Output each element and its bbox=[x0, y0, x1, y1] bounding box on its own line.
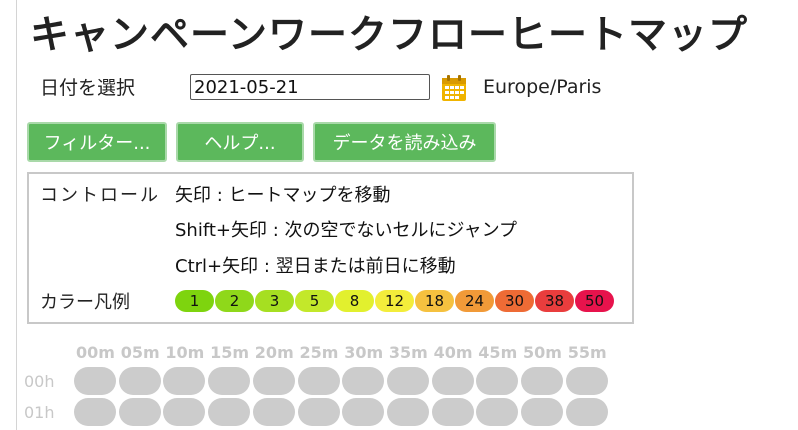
legend-chip: 12 bbox=[375, 290, 414, 312]
filter-button[interactable]: フィルター... bbox=[27, 122, 167, 162]
minute-header: 00m bbox=[76, 343, 115, 362]
minute-header: 05m bbox=[120, 343, 160, 362]
legend-chip: 50 bbox=[575, 290, 614, 312]
calendar-icon[interactable] bbox=[441, 74, 467, 102]
heatmap-cell[interactable] bbox=[208, 398, 251, 426]
heatmap-cell[interactable] bbox=[386, 367, 429, 395]
legend-chip: 18 bbox=[415, 290, 454, 312]
heatmap-cell[interactable] bbox=[252, 398, 295, 426]
heatmap-cell[interactable] bbox=[565, 398, 608, 426]
heatmap-cell[interactable] bbox=[118, 398, 161, 426]
minute-header: 30m bbox=[344, 343, 384, 362]
load-data-button[interactable]: データを読み込み bbox=[313, 122, 496, 162]
color-legend: 1 2 3 5 8 12 18 24 30 38 50 bbox=[175, 290, 615, 312]
legend-chip: 30 bbox=[495, 290, 534, 312]
heatmap-cell[interactable] bbox=[74, 367, 116, 395]
control-hint-ctrl-arrows: Ctrl+矢印 : 翌日または前日に移動 bbox=[175, 256, 456, 277]
minute-header: 50m bbox=[523, 343, 562, 362]
legend-chip: 8 bbox=[335, 290, 374, 312]
heatmap-cell[interactable] bbox=[431, 398, 474, 426]
heatmap-cell[interactable] bbox=[565, 367, 608, 395]
heatmap-cell[interactable] bbox=[342, 367, 385, 395]
heatmap-cell[interactable] bbox=[163, 367, 206, 395]
heatmap-cell[interactable] bbox=[521, 367, 563, 395]
minute-header: 25m bbox=[299, 343, 339, 362]
legend-chip: 38 bbox=[535, 290, 574, 312]
controls-label: コントロール bbox=[40, 185, 160, 206]
heatmap-cell[interactable] bbox=[342, 398, 385, 426]
minute-header: 40m bbox=[433, 343, 473, 362]
color-legend-label: カラー凡例 bbox=[40, 292, 130, 313]
help-button[interactable]: ヘルプ... bbox=[176, 122, 304, 162]
date-picker-label: 日付を選択 bbox=[40, 77, 136, 99]
heatmap-cell[interactable] bbox=[297, 367, 340, 395]
heatmap-cell[interactable] bbox=[74, 398, 116, 426]
heatmap-cell[interactable] bbox=[431, 367, 474, 395]
control-hint-shift-arrows: Shift+矢印 : 次の空でないセルにジャンプ bbox=[175, 220, 518, 241]
heatmap-cell[interactable] bbox=[476, 398, 519, 426]
legend-chip: 24 bbox=[455, 290, 494, 312]
heatmap-cell[interactable] bbox=[476, 367, 519, 395]
legend-chip: 1 bbox=[175, 290, 214, 312]
legend-chip: 5 bbox=[295, 290, 334, 312]
heatmap-cell[interactable] bbox=[118, 367, 161, 395]
minute-header: 35m bbox=[388, 343, 428, 362]
minute-header: 55m bbox=[567, 343, 607, 362]
heatmap-cell[interactable] bbox=[521, 398, 563, 426]
hour-label: 01h bbox=[24, 403, 55, 422]
heatmap-cell[interactable] bbox=[297, 398, 340, 426]
minute-header: 45m bbox=[478, 343, 518, 362]
legend-chip: 3 bbox=[255, 290, 294, 312]
timezone-label: Europe/Paris bbox=[483, 76, 602, 98]
date-input[interactable] bbox=[190, 74, 430, 100]
minute-header: 10m bbox=[165, 343, 205, 362]
control-hint-arrows: 矢印 : ヒートマップを移動 bbox=[175, 185, 391, 206]
minute-header: 20m bbox=[254, 343, 294, 362]
heatmap-cell[interactable] bbox=[163, 398, 206, 426]
legend-chip: 2 bbox=[215, 290, 254, 312]
page-title: キャンペーンワークフローヒートマップ bbox=[30, 13, 749, 58]
heatmap-cell[interactable] bbox=[252, 367, 295, 395]
hour-label: 00h bbox=[24, 372, 55, 391]
heatmap-cell[interactable] bbox=[386, 398, 429, 426]
minute-header: 15m bbox=[210, 343, 250, 362]
heatmap-cell[interactable] bbox=[208, 367, 251, 395]
